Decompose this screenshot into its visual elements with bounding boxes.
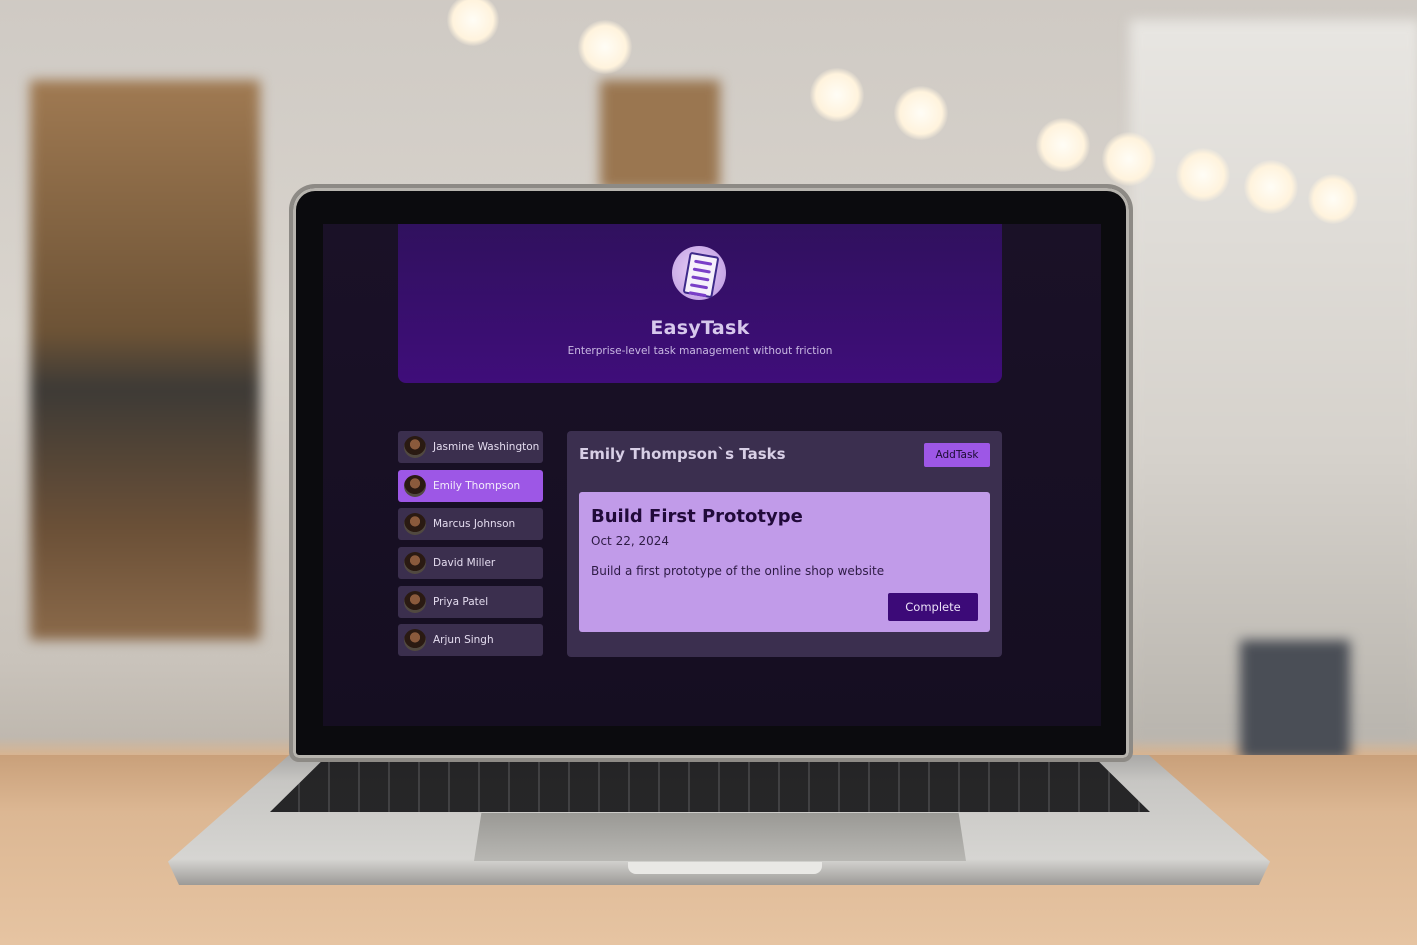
ceiling-light <box>1244 160 1298 214</box>
ceiling-light <box>1176 148 1230 202</box>
laptop-keyboard <box>270 760 1150 812</box>
user-item-marcus-johnson[interactable]: Marcus Johnson <box>398 508 543 541</box>
app-subtitle: Enterprise-level task management without… <box>567 345 833 357</box>
ceiling-light <box>578 20 632 74</box>
avatar <box>404 436 426 458</box>
task-date: Oct 22, 2024 <box>591 534 669 548</box>
user-name: David Miller <box>433 557 496 570</box>
app-header: EasyTask Enterprise-level task managemen… <box>398 224 1002 383</box>
complete-task-button[interactable]: Complete <box>888 593 978 621</box>
user-list: Jasmine Washington Emily Thompson Marcus… <box>398 431 543 663</box>
laptop-screen: EasyTask Enterprise-level task managemen… <box>323 224 1101 726</box>
ceiling-light <box>447 0 499 46</box>
avatar <box>404 474 426 497</box>
user-item-arjun-singh[interactable]: Arjun Singh <box>398 624 543 657</box>
background-wood-panel <box>600 80 720 190</box>
user-name: Jasmine Washington <box>433 441 540 453</box>
user-name: Priya Patel <box>433 595 489 608</box>
laptop-front-notch <box>628 862 822 874</box>
background-wood-panel <box>30 80 260 640</box>
clipboard-checklist-icon <box>672 246 726 300</box>
task-card: Build First Prototype Oct 22, 2024 Build… <box>579 492 990 632</box>
laptop-trackpad <box>474 813 966 861</box>
user-item-david-miller[interactable]: David Miller <box>398 547 543 580</box>
avatar <box>404 513 426 536</box>
tasks-panel-title: Emily Thompson`s Tasks <box>579 445 786 463</box>
ceiling-light <box>1036 118 1090 172</box>
ceiling-light <box>810 68 864 122</box>
tasks-panel: Emily Thompson`s Tasks AddTask Build Fir… <box>567 431 1002 657</box>
user-item-emily-thompson[interactable]: Emily Thompson <box>398 469 543 502</box>
user-name: Emily Thompson <box>433 479 521 492</box>
ceiling-light <box>1102 132 1156 186</box>
background-wall <box>1130 20 1417 740</box>
user-item-jasmine-washington[interactable]: Jasmine Washington <box>398 431 543 463</box>
user-name: Arjun Singh <box>433 634 494 647</box>
background-furniture <box>1240 640 1350 760</box>
avatar <box>404 629 426 652</box>
avatar <box>404 590 426 613</box>
user-name: Marcus Johnson <box>433 518 516 531</box>
task-title: Build First Prototype <box>591 506 803 527</box>
avatar <box>404 552 426 575</box>
ceiling-light <box>1308 174 1358 224</box>
app-title: EasyTask <box>650 317 750 339</box>
task-description: Build a first prototype of the online sh… <box>591 564 885 578</box>
ceiling-light <box>894 86 948 140</box>
add-task-button[interactable]: AddTask <box>924 443 990 467</box>
user-item-priya-patel[interactable]: Priya Patel <box>398 585 543 618</box>
